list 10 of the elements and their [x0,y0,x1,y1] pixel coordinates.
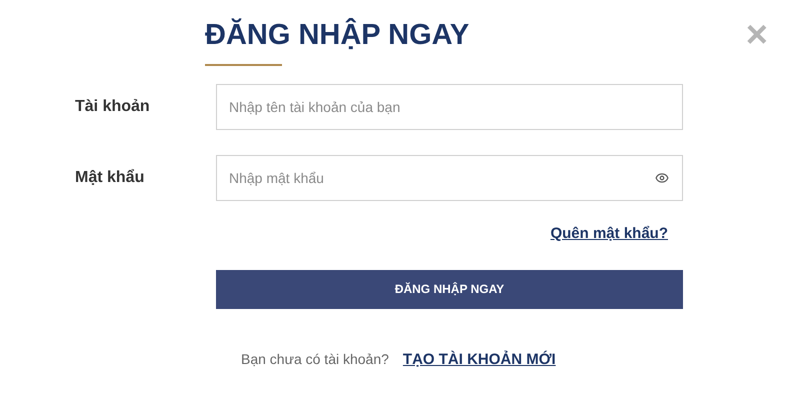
input-field[interactable]: Nhập tên tài khoản của bạn [216,84,683,130]
forgot-password-link[interactable]: Quên mật khẩu? [550,223,668,246]
input-field[interactable]: Nhập mật khẩu [216,155,683,201]
field-label: Tài khoản [74,97,151,117]
signup-prompt: Bạn chưa có tài khoản? [241,350,389,370]
field-label: Mật khẩu [74,168,146,188]
signup-link[interactable]: TẠO TÀI KHOẢN MỚI [402,348,556,371]
login-button[interactable]: ĐĂNG NHẬP NGAY [216,270,683,308]
eye-icon[interactable] [655,171,669,185]
dialog-title: ĐĂNG NHẬP NGAY [205,17,470,53]
